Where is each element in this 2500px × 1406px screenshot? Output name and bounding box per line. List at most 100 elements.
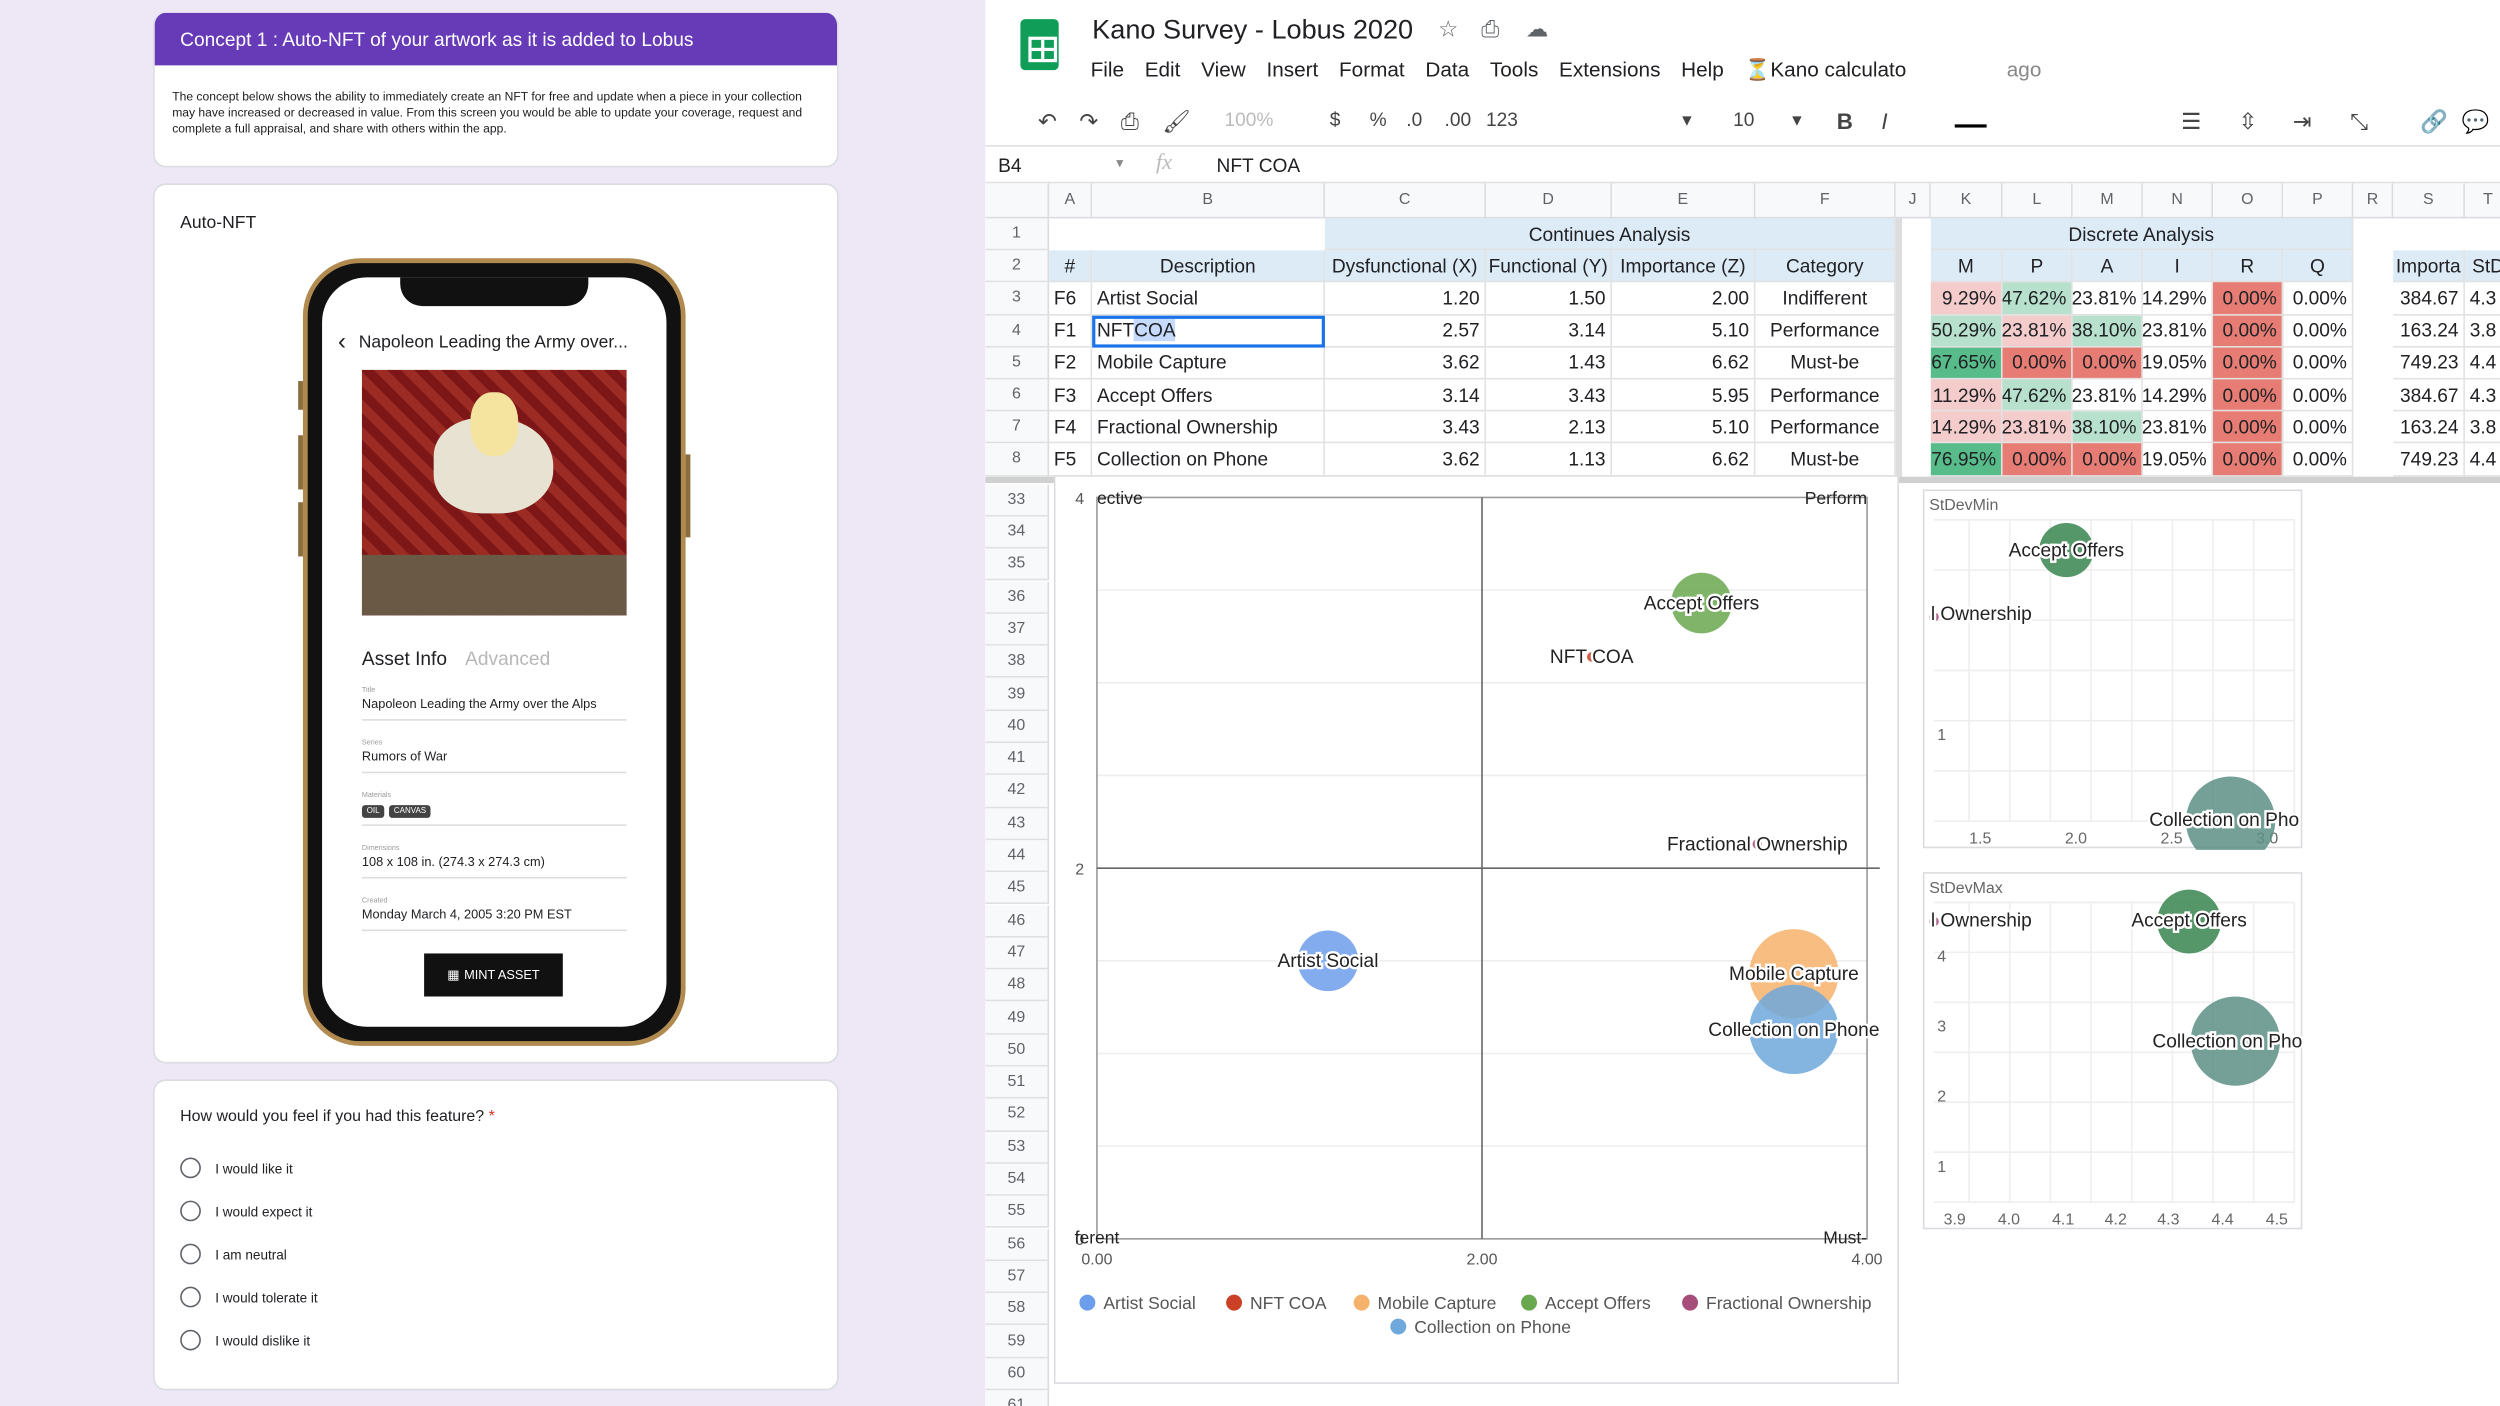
row-header[interactable]: 36 [985, 581, 1050, 614]
row-header[interactable]: 55 [985, 1196, 1050, 1229]
cell-std[interactable]: 3.8 [2464, 315, 2500, 348]
cell-functional[interactable]: 1.13 [1485, 443, 1612, 477]
cloud-status-icon[interactable]: ☁ [1526, 16, 1548, 43]
column-header[interactable]: S [2393, 183, 2465, 219]
cell-functional[interactable]: 2.13 [1485, 411, 1612, 444]
cell-m[interactable]: 11.29% [1930, 379, 2003, 412]
row-header[interactable]: 38 [985, 645, 1050, 679]
header-cell-p[interactable]: P [2002, 250, 2073, 283]
column-header[interactable]: F [1755, 183, 1896, 219]
menu-data[interactable]: Data [1425, 57, 1469, 83]
currency-button[interactable]: $ [1330, 108, 1341, 130]
radio-button[interactable] [180, 1329, 201, 1351]
option-expect[interactable]: I would expect it [180, 1200, 312, 1222]
cell-r[interactable]: 0.00% [2213, 282, 2284, 316]
cell-i[interactable]: 14.29% [2142, 282, 2214, 316]
formula-input[interactable]: NFT COA [1217, 155, 1301, 177]
cell-r[interactable]: 0.00% [2213, 443, 2284, 477]
row-header[interactable]: 42 [985, 775, 1050, 808]
row-header[interactable]: 45 [985, 872, 1050, 905]
cell-dysfunctional[interactable]: 3.14 [1324, 379, 1486, 412]
column-header[interactable]: R [2353, 183, 2394, 219]
cell-importance[interactable]: 6.62 [1611, 347, 1756, 380]
header-cell-importa[interactable]: Importa [2393, 250, 2465, 283]
row-header[interactable]: 5 [985, 347, 1050, 380]
cell-id[interactable]: F1 [1049, 315, 1093, 348]
column-header[interactable]: L [2002, 183, 2073, 219]
row-header[interactable]: 33 [985, 484, 1050, 517]
menu-extensions[interactable]: Extensions [1559, 57, 1660, 83]
menu-view[interactable]: View [1201, 57, 1246, 83]
header-cell-func[interactable]: Functional (Y) [1485, 250, 1612, 283]
cell-a[interactable]: 0.00% [2072, 443, 2143, 477]
row-header[interactable]: 34 [985, 516, 1050, 549]
print-icon[interactable]: ⎙ [1121, 108, 1139, 135]
cell-importa[interactable]: 384.67 [2393, 379, 2465, 412]
header-cell-q[interactable]: Q [2283, 250, 2354, 283]
row-header[interactable]: 60 [985, 1357, 1050, 1391]
cell-p[interactable]: 23.81% [2002, 315, 2073, 348]
cell-q[interactable]: 0.00% [2283, 315, 2354, 348]
row-header[interactable]: 46 [985, 904, 1050, 938]
row-header[interactable]: 6 [985, 379, 1050, 412]
kano-bubble-chart[interactable]: 0.00 2.00 4.00 0 2 4 ective Perform ferent Must- A… [1053, 474, 1899, 1384]
cell-grid[interactable]: A B C D E F J K L M N O P R S T 1 2 3 4 5 6 7 8 33 34 35 36 37 38 39 40… [985, 183, 2500, 1406]
undo-icon[interactable]: ↶ [1038, 108, 1057, 135]
cell-q[interactable]: 0.00% [2283, 379, 2354, 412]
vertical-align-icon[interactable]: ⇳ [2239, 108, 2258, 135]
menu-tools[interactable]: Tools [1490, 57, 1538, 83]
cell-category[interactable]: Indifferent [1755, 282, 1896, 316]
row-header[interactable]: 52 [985, 1099, 1050, 1132]
cell-description[interactable]: Collection on Phone [1092, 443, 1325, 477]
header-cell-std[interactable]: StD [2464, 250, 2500, 283]
cell-importance[interactable]: 5.10 [1611, 315, 1756, 348]
cell-q[interactable]: 0.00% [2283, 347, 2354, 380]
column-header[interactable]: K [1930, 183, 2003, 219]
row-header[interactable]: 58 [985, 1293, 1050, 1326]
move-folder-icon[interactable]: ⎙ [1481, 16, 1499, 43]
cell-a[interactable]: 38.10% [2072, 411, 2143, 444]
cell-r[interactable]: 0.00% [2213, 379, 2284, 412]
cell-importance[interactable]: 6.62 [1611, 443, 1756, 477]
cell-i[interactable]: 19.05% [2142, 347, 2214, 380]
cell-functional[interactable]: 3.14 [1485, 315, 1612, 348]
header-cell-description[interactable]: Description [1092, 250, 1325, 283]
menu-addon[interactable]: ⏳Kano calculato [1745, 57, 1907, 83]
cell-p[interactable]: 23.81% [2002, 411, 2073, 444]
percent-button[interactable]: % [1370, 108, 1387, 130]
cell-importa[interactable]: 749.23 [2393, 443, 2465, 477]
header-cell-cat[interactable]: Category [1755, 250, 1896, 283]
header-cell-i[interactable]: I [2142, 250, 2214, 283]
cell-std[interactable]: 4.4 [2464, 444, 2500, 477]
header-cell-imp[interactable]: Importance (Z) [1611, 250, 1756, 283]
row-header[interactable]: 48 [985, 969, 1050, 1002]
radio-button[interactable] [180, 1200, 201, 1222]
name-box[interactable]: B4 [998, 155, 1021, 177]
row-header[interactable]: 35 [985, 548, 1050, 582]
name-box-chevron-down-icon[interactable]: ▾ [1116, 155, 1123, 173]
cell-importance[interactable]: 5.10 [1611, 411, 1756, 444]
link-icon[interactable]: 🔗 [2420, 108, 2448, 135]
cell-a[interactable]: 38.10% [2072, 315, 2143, 348]
cell-q[interactable]: 0.00% [2283, 411, 2354, 444]
row-header[interactable]: 7 [985, 411, 1050, 444]
menu-insert[interactable]: Insert [1266, 57, 1318, 83]
font-size-chevron-down-icon[interactable]: ▾ [1792, 108, 1802, 130]
paint-format-icon[interactable]: 🖌 [1162, 108, 1190, 135]
cell-m[interactable]: 67.65% [1930, 347, 2003, 380]
row-header[interactable]: 59 [985, 1325, 1050, 1358]
row-header[interactable]: 56 [985, 1228, 1050, 1261]
increase-decimal-button[interactable]: .00 [1445, 108, 1472, 130]
cell-functional[interactable]: 3.43 [1485, 379, 1612, 412]
cell-description[interactable]: Accept Offers [1092, 379, 1325, 412]
star-icon[interactable]: ☆ [1438, 16, 1458, 43]
cell-category[interactable]: Performance [1755, 379, 1896, 412]
menu-format[interactable]: Format [1339, 57, 1405, 83]
column-header[interactable]: M [2072, 183, 2143, 219]
row-header[interactable]: 41 [985, 742, 1050, 776]
cell-std[interactable]: 4.4 [2464, 347, 2500, 380]
menu-help[interactable]: Help [1681, 57, 1724, 83]
option-dislike[interactable]: I would dislike it [180, 1329, 310, 1351]
column-header[interactable]: B [1092, 183, 1325, 219]
cell-m[interactable]: 9.29% [1930, 282, 2003, 316]
